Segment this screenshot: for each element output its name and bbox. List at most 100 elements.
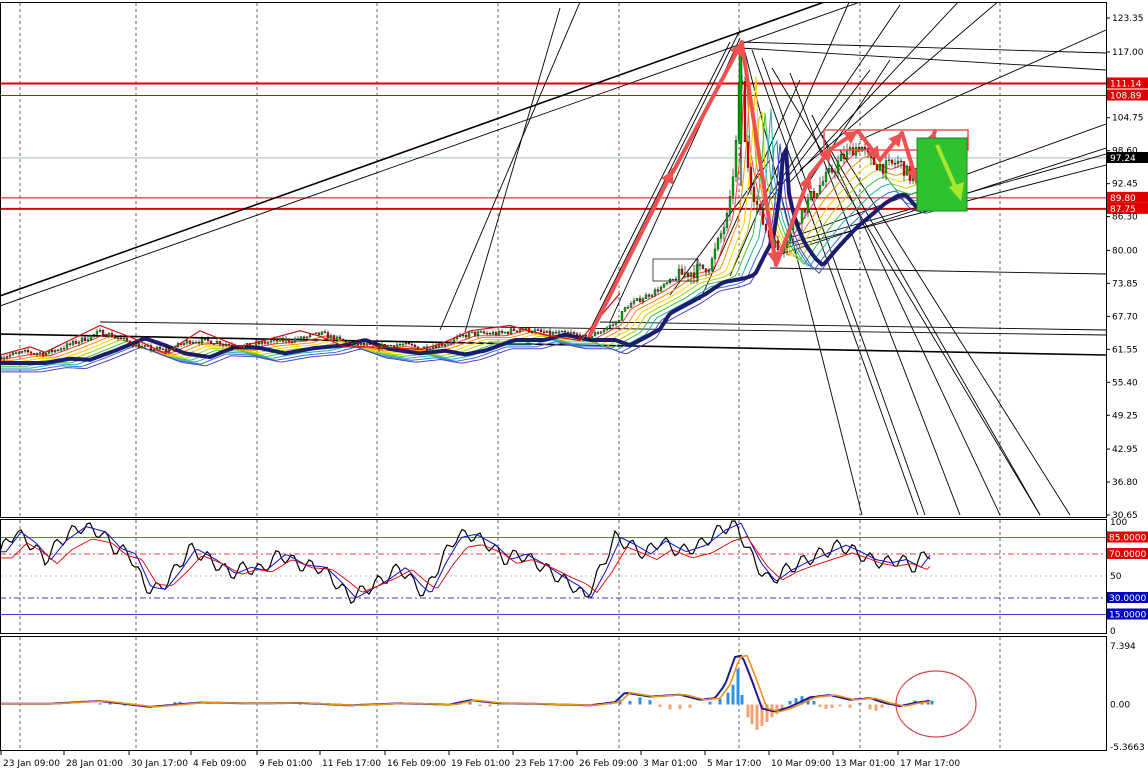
candle [716, 237, 720, 250]
candle [143, 345, 147, 347]
stoch-tag-label: 15.0000 [1109, 611, 1146, 621]
candle [575, 333, 579, 336]
candle [479, 331, 483, 333]
momentum-bar [788, 700, 792, 705]
momentum-bar [98, 703, 102, 705]
candle [194, 341, 198, 344]
candle [275, 339, 279, 342]
candle [725, 213, 729, 228]
price-tick-label: 80.00 [1112, 246, 1138, 256]
price-tick-label: 92.45 [1112, 180, 1138, 190]
candle [404, 342, 408, 345]
candle [329, 335, 333, 339]
candle [824, 172, 828, 182]
candle [215, 341, 219, 344]
candle [551, 332, 555, 335]
candle [284, 338, 288, 342]
time-tick-label: 5 Mar 17:00 [707, 759, 762, 769]
candle [722, 227, 726, 234]
candle [629, 303, 633, 308]
chart-root[interactable]: 123.35 117.00 111.14 108.89 104.75 98.60 97.24… [0, 0, 1148, 770]
projection-box[interactable] [916, 137, 968, 212]
candle [836, 160, 840, 172]
candle [269, 340, 273, 343]
candle [368, 343, 372, 345]
candle [221, 344, 225, 346]
stoch-tag-label: 70.0000 [1109, 550, 1146, 560]
candle [32, 353, 36, 355]
time-tick-label: 4 Feb 09:00 [193, 759, 247, 769]
momentum-bar [930, 700, 934, 705]
price-tick-label: 73.85 [1112, 279, 1138, 289]
candle [809, 190, 813, 200]
candle [755, 201, 759, 205]
candle [119, 337, 123, 340]
stoch-tick-label: 100 [1110, 518, 1127, 528]
candle [890, 159, 894, 164]
momentum-bar [628, 700, 632, 705]
candle [338, 336, 342, 340]
momentum-tick-label: 7.394 [1110, 642, 1136, 652]
candle [617, 320, 621, 323]
candle [374, 344, 378, 346]
candle [680, 268, 684, 275]
momentum-bar [708, 701, 712, 705]
time-tick-label: 19 Feb 01:00 [451, 759, 510, 769]
candle [548, 330, 552, 335]
price-tag-label: 111.14 [1110, 79, 1142, 89]
candle [8, 354, 12, 357]
candle [872, 157, 876, 165]
candle [878, 163, 882, 171]
candle [632, 300, 636, 304]
candle [707, 270, 711, 273]
candle [806, 199, 810, 213]
candle [197, 341, 201, 344]
momentum-bar [468, 702, 472, 705]
candle [503, 331, 507, 334]
time-tick-label: 16 Feb 09:00 [387, 759, 446, 769]
momentum-bar [874, 704, 878, 711]
candle [344, 340, 348, 343]
candle [371, 343, 375, 346]
candle [62, 348, 66, 350]
candle [359, 342, 363, 345]
time-tick-label: 13 Mar 01:00 [835, 759, 895, 769]
candle [86, 339, 90, 341]
candle [401, 343, 405, 346]
candle [14, 352, 18, 354]
candle [698, 264, 702, 266]
candle [302, 336, 306, 339]
candle [29, 351, 33, 354]
momentum-bar [718, 698, 722, 705]
candle [738, 51, 743, 144]
momentum-tick-label: -5.3663 [1110, 743, 1145, 753]
price-axis: 123.35117.00111.14108.89104.7598.6097.24… [1106, 14, 1148, 521]
candle [485, 333, 489, 335]
momentum-bar [755, 704, 759, 730]
candle [797, 222, 801, 225]
price-tick-label: 55.40 [1112, 378, 1138, 388]
candle [128, 340, 132, 345]
candle [236, 347, 240, 349]
candle [158, 347, 162, 350]
candle [554, 332, 558, 334]
candle [605, 327, 609, 331]
candle [407, 342, 411, 345]
candle [23, 350, 27, 352]
candle [653, 289, 657, 296]
candle [593, 332, 597, 337]
candle [776, 240, 780, 251]
candle [182, 343, 186, 345]
candle [500, 331, 504, 333]
candle [584, 335, 588, 337]
candle [905, 165, 909, 176]
candle [443, 344, 447, 346]
candle [875, 164, 879, 171]
chart-svg: 123.35117.00111.14108.89104.7598.6097.24… [0, 2, 1148, 769]
candle [671, 278, 675, 281]
momentum-bar [478, 704, 482, 707]
momentum-bar [726, 692, 730, 705]
candle [98, 329, 102, 332]
candle [188, 340, 192, 344]
candle [596, 332, 600, 334]
